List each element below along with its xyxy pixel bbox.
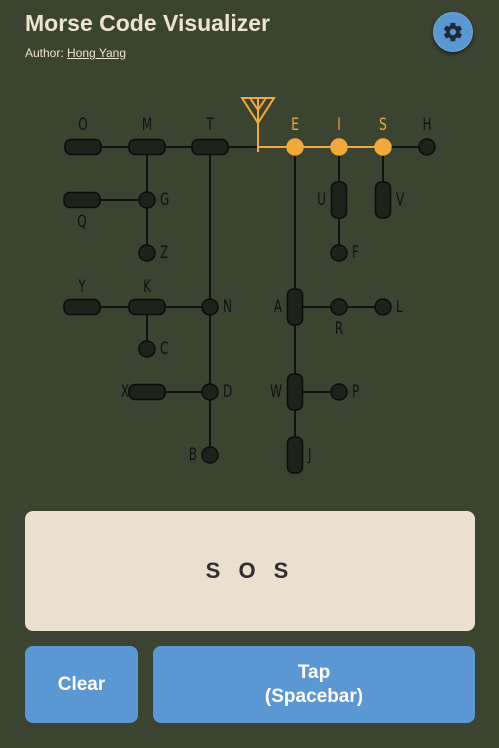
node-dot-z [138,244,156,262]
node-label-d: D [223,382,232,402]
node-dash-q [63,191,101,209]
node-dot-r [330,298,348,316]
node-label-e: E [291,115,299,135]
node-label-s: S [379,115,387,135]
node-dot-g [138,191,156,209]
node-dot-d [201,383,219,401]
node-dash-w [286,373,304,411]
node-label-y: Y [78,277,86,297]
node-label-i: I [337,115,341,135]
node-label-l: L [396,297,403,317]
node-label-m: M [142,115,152,135]
node-dot-l [374,298,392,316]
node-label-n: N [223,297,232,317]
node-label-c: C [160,339,168,359]
node-label-u: U [317,190,326,210]
node-label-p: P [352,382,359,402]
node-label-z: Z [160,243,168,263]
node-label-a: A [274,297,282,317]
node-dot-c [138,340,156,358]
node-dot-s [374,138,392,156]
node-dot-f [330,244,348,262]
node-dot-h [418,138,436,156]
tap-sublabel: (Spacebar) [264,685,364,707]
node-label-q: Q [77,212,86,232]
node-dash-m [128,138,166,156]
node-dot-n [201,298,219,316]
node-label-f: F [352,243,359,263]
node-dash-a [286,288,304,326]
node-label-v: V [396,190,404,210]
node-dash-j [286,436,304,474]
node-dot-e [286,138,304,156]
node-label-r: R [335,319,343,339]
node-label-o: O [78,115,87,135]
output-display: S O S [25,511,475,631]
node-dot-i [330,138,348,156]
output-text: S O S [205,558,295,583]
node-label-w: W [270,382,282,402]
tap-button[interactable]: Tap (Spacebar) [153,646,475,723]
node-label-j: J [307,445,311,465]
node-label-b: B [189,445,197,465]
node-label-t: T [206,115,214,135]
node-dash-o [64,138,102,156]
node-dash-u [330,181,348,219]
node-dash-v [374,181,392,219]
tap-label: Tap [297,661,331,683]
clear-button[interactable]: Clear [25,646,138,723]
node-label-k: K [143,277,151,297]
node-dash-y [63,298,101,316]
node-dot-b [201,446,219,464]
antenna-icon [240,97,276,152]
node-label-x: X [121,382,129,402]
node-dash-k [128,298,166,316]
node-dot-p [330,383,348,401]
morse-tree: E T I A N M S U R W D K G O H V F L P J B X C Y Z Q [63,97,436,474]
node-label-g: G [160,190,169,210]
node-label-h: H [422,115,431,135]
node-dash-x [128,383,166,401]
node-dash-t [191,138,229,156]
